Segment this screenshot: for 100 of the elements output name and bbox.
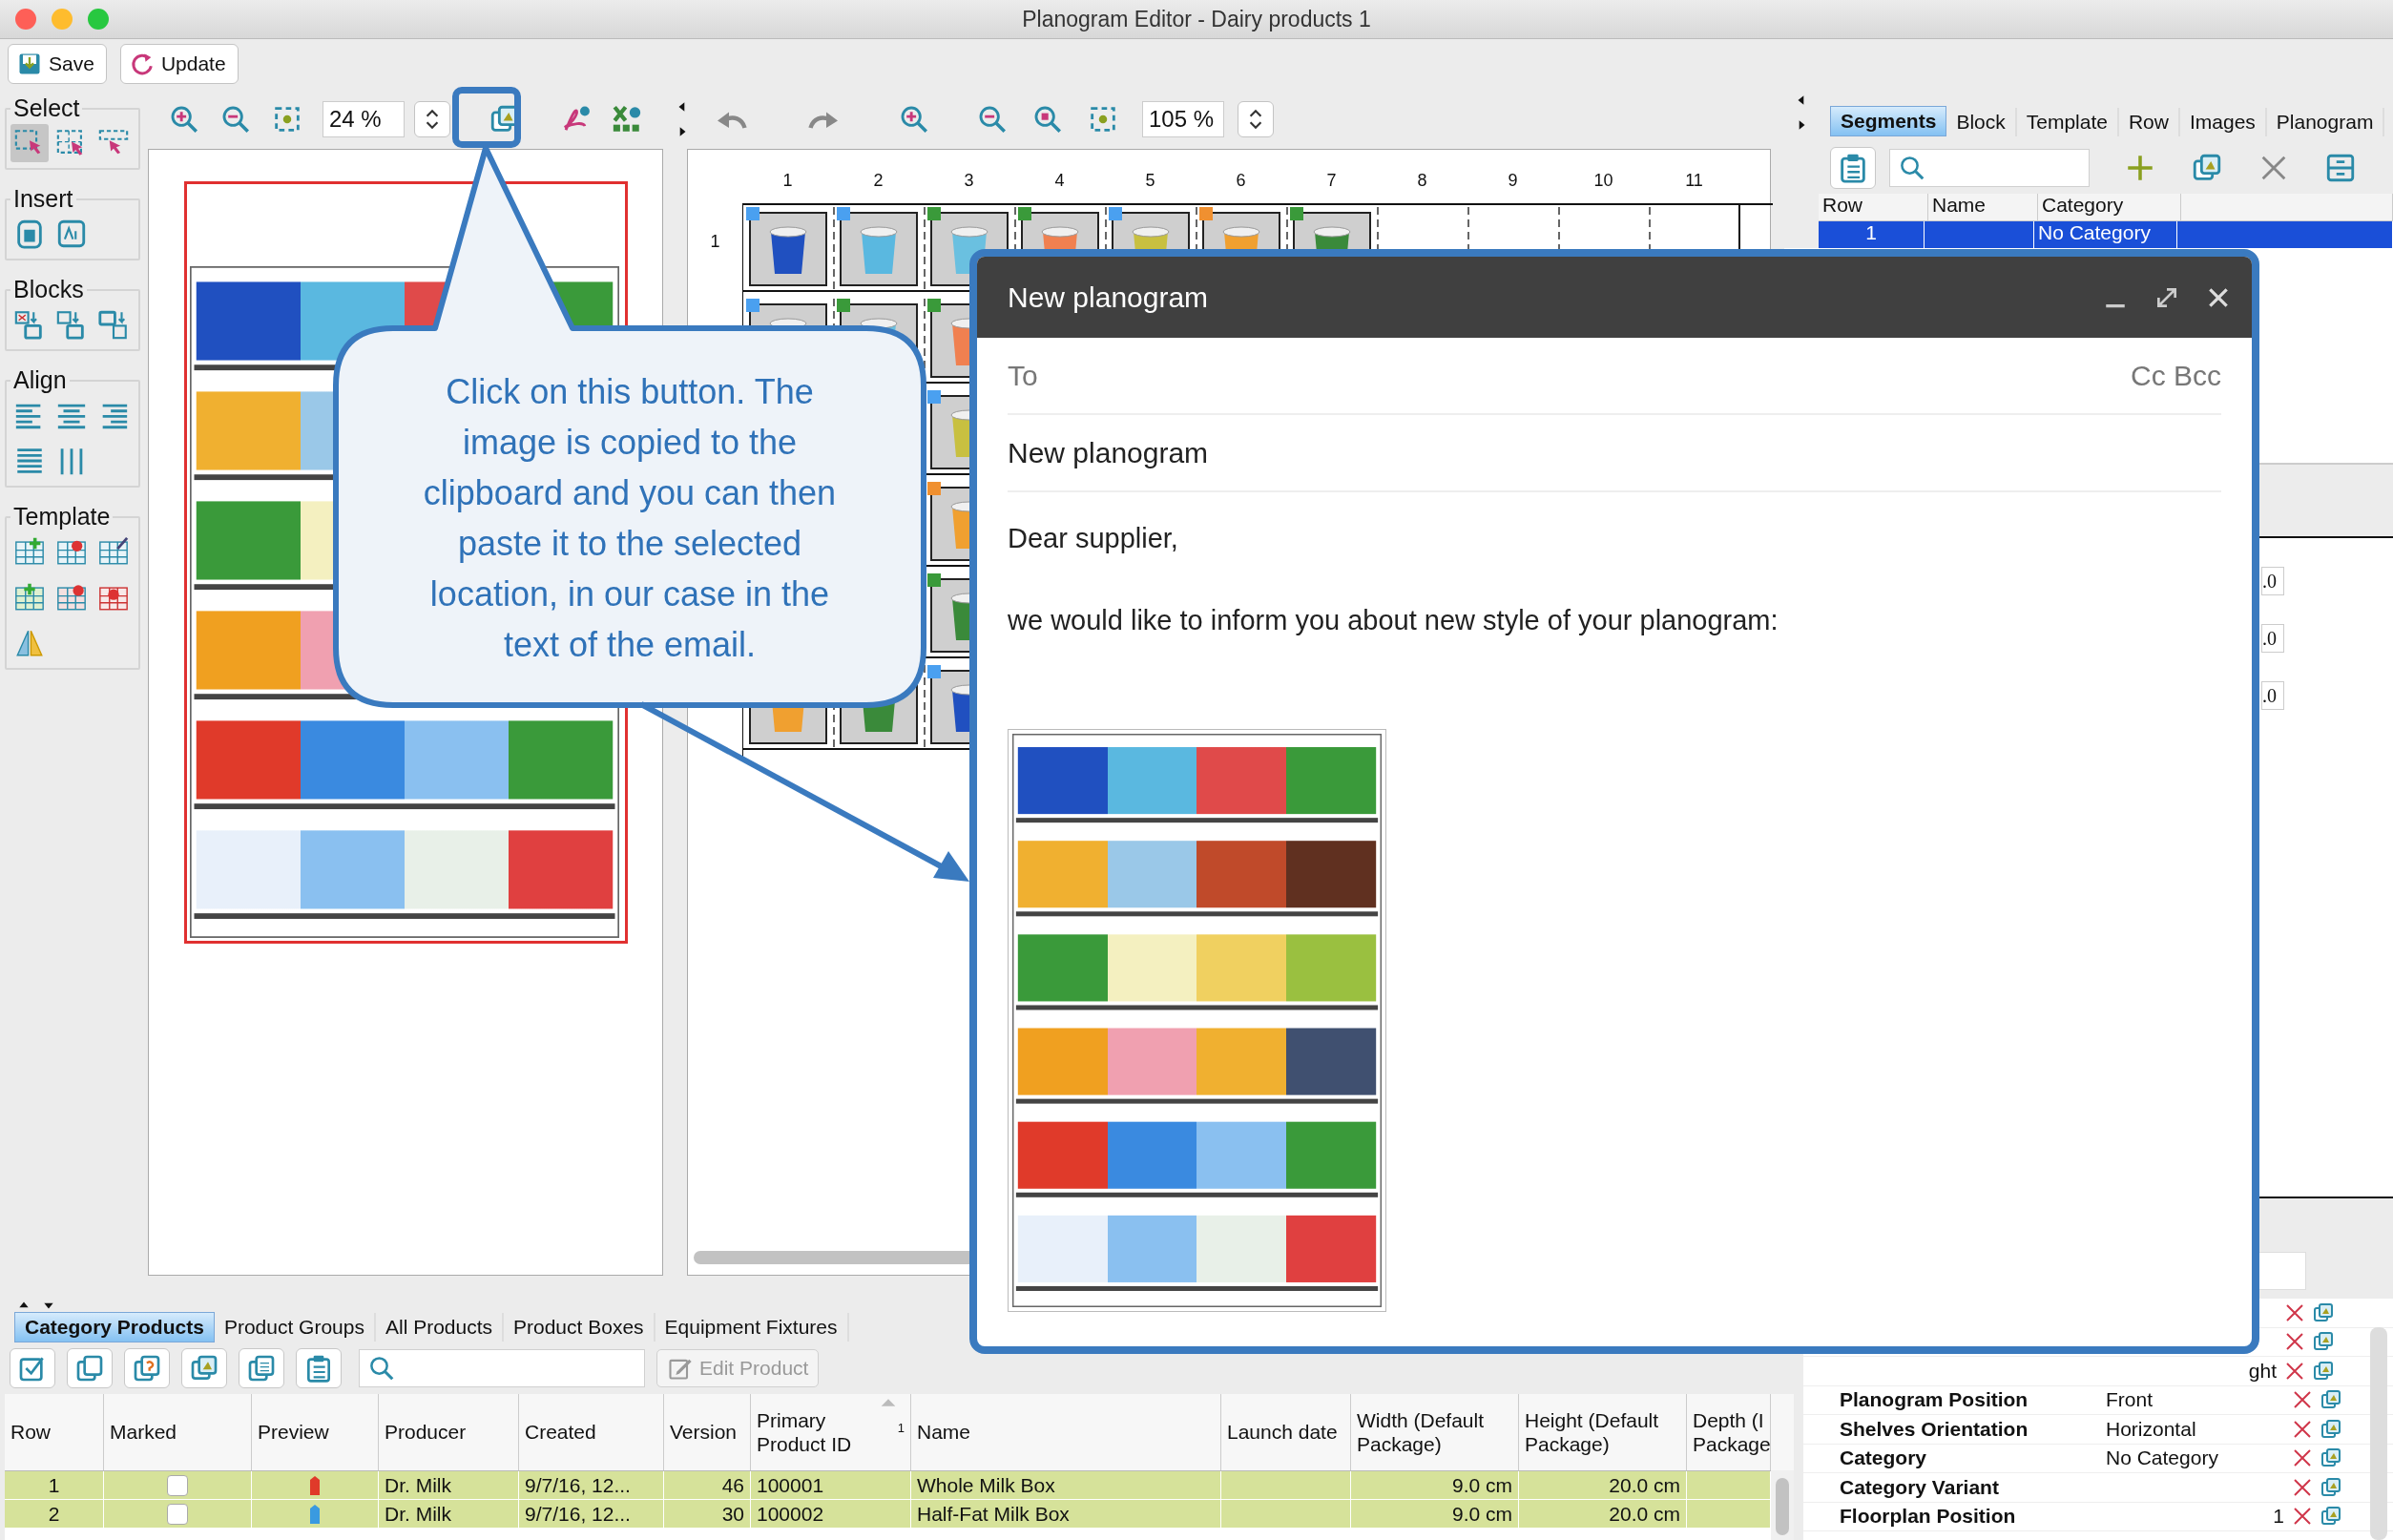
- tool-button[interactable]: [67, 1348, 113, 1388]
- column-header[interactable]: Name: [911, 1394, 1221, 1470]
- rows-icon[interactable]: [2324, 152, 2357, 184]
- number-field[interactable]: .0: [2261, 624, 2284, 653]
- number-field[interactable]: .0: [2261, 567, 2284, 595]
- window-title: Planogram Editor - Dairy products 1: [1021, 6, 1372, 32]
- spinner-button[interactable]: [414, 100, 450, 137]
- zoom-field[interactable]: 105 %: [1142, 100, 1224, 137]
- sort-indicator: 1: [897, 1421, 905, 1436]
- table-cell: 9.0 cm: [1451, 1502, 1512, 1526]
- tab[interactable]: Product Groups: [214, 1313, 376, 1342]
- tab[interactable]: Segments: [1830, 106, 1947, 136]
- copy-icon[interactable]: [2312, 1359, 2335, 1383]
- to-field-label: To: [1008, 359, 1038, 392]
- column-header[interactable]: Depth (I Package: [1687, 1394, 1771, 1470]
- list-button[interactable]: [1830, 147, 1876, 189]
- text-box-icon[interactable]: [55, 218, 88, 250]
- column-header[interactable]: Width (Default Package): [1351, 1394, 1519, 1470]
- checkbox[interactable]: [167, 1474, 188, 1496]
- number-field[interactable]: .0: [2261, 681, 2284, 710]
- table-cell: 20.0 cm: [1609, 1473, 1680, 1497]
- tab[interactable]: Equipment Fixtures: [655, 1313, 849, 1342]
- tool-button[interactable]: [10, 1348, 55, 1388]
- column-header[interactable]: Category: [2038, 194, 2181, 220]
- scrollbar-thumb[interactable]: [2370, 1327, 2387, 1540]
- column-header[interactable]: Row: [1819, 194, 1928, 220]
- column-header[interactable]: Height (Default Package): [1519, 1394, 1687, 1470]
- save-button[interactable]: Save: [8, 44, 107, 84]
- copy-icon[interactable]: [2320, 1417, 2342, 1441]
- column-number: 1: [781, 171, 794, 192]
- tab[interactable]: Planogram: [2266, 108, 2385, 136]
- property-label: Floorplan Position: [1839, 1505, 2017, 1529]
- spinner-button[interactable]: [1238, 100, 1274, 137]
- tab[interactable]: Product Boxes: [504, 1313, 655, 1342]
- tab[interactable]: Block: [1946, 108, 2017, 136]
- tab[interactable]: All Products: [375, 1313, 504, 1342]
- tab[interactable]: Images: [2179, 108, 2267, 136]
- block-icon[interactable]: [97, 308, 130, 341]
- zoom-field[interactable]: 24 %: [323, 100, 405, 137]
- tool-button[interactable]: [181, 1348, 227, 1388]
- tool-button[interactable]: [296, 1348, 342, 1388]
- highlight-ring: [452, 87, 521, 148]
- document-icon: [246, 1353, 277, 1384]
- property-value: 1: [2273, 1505, 2284, 1529]
- table-cell: 9/7/16, 12...: [525, 1502, 631, 1526]
- help-icon: [132, 1353, 162, 1384]
- callout-text: Click on this button. The image is copied to the clipboard and you can then paste it to the selected location, in our case in the text of the email.: [422, 371, 838, 666]
- property-label: Shelves Orientation: [1839, 1417, 2029, 1441]
- search-field[interactable]: [359, 1349, 645, 1387]
- table-cell: 9.0 cm: [1451, 1473, 1512, 1497]
- checkbox[interactable]: [167, 1503, 188, 1525]
- property-value: ght: [2248, 1359, 2277, 1383]
- subject-field[interactable]: New planogram: [1008, 436, 1209, 469]
- column-header[interactable]: Producer: [379, 1394, 519, 1470]
- search-icon: [1898, 154, 1926, 182]
- copy-icon[interactable]: [2312, 1301, 2335, 1324]
- tool-button[interactable]: [124, 1348, 170, 1388]
- copy-icon[interactable]: [2320, 1475, 2342, 1499]
- column-number: 7: [1325, 171, 1338, 192]
- property-value: No Category: [2106, 1446, 2218, 1470]
- column-header[interactable]: Name: [1928, 194, 2038, 220]
- tab[interactable]: Row: [2118, 108, 2180, 136]
- tab[interactable]: Template: [2016, 108, 2119, 136]
- scrollbar-thumb[interactable]: [1776, 1478, 1789, 1535]
- group-title: Select: [12, 94, 81, 122]
- tool-button[interactable]: [10, 124, 49, 162]
- table-row[interactable]: 1 No Category: [1819, 221, 2393, 248]
- close-button[interactable]: [15, 9, 36, 30]
- column-number: 9: [1507, 171, 1519, 192]
- table-cell: Half-Fat Milk Box: [917, 1502, 1070, 1526]
- email-text: Dear supplier,: [1008, 522, 1179, 555]
- table-cell: 46: [721, 1473, 744, 1497]
- property-label: Category: [1839, 1446, 1928, 1470]
- tool-button[interactable]: [239, 1348, 284, 1388]
- cc-bcc-link[interactable]: Cc Bcc: [2131, 359, 2221, 392]
- property-label: Category Variant: [1839, 1475, 2000, 1499]
- search-field[interactable]: [1889, 149, 2090, 187]
- dialog-title: New planogram: [1008, 281, 1210, 314]
- column-header[interactable]: Preview: [252, 1394, 379, 1470]
- table-cell: Whole Milk Box: [917, 1473, 1055, 1497]
- column-header[interactable]: Version: [664, 1394, 751, 1470]
- column-header[interactable]: Row: [5, 1394, 104, 1470]
- column-header[interactable]: Launch date: [1221, 1394, 1351, 1470]
- update-button[interactable]: Update: [119, 44, 239, 84]
- search-icon: [367, 1354, 396, 1383]
- group-title: Insert: [12, 185, 74, 213]
- column-number: 6: [1235, 171, 1247, 192]
- column-number: 2: [872, 171, 884, 192]
- table-cell: 9/7/16, 12...: [525, 1473, 631, 1497]
- copy-icon: [74, 1353, 105, 1384]
- table-cell: 20.0 cm: [1609, 1502, 1680, 1526]
- table-cell: Dr. Milk: [385, 1473, 451, 1497]
- column-header[interactable]: Created: [519, 1394, 664, 1470]
- column-number: 3: [963, 171, 975, 192]
- column-number: 5: [1144, 171, 1156, 192]
- property-label: Planogram Position: [1839, 1388, 2029, 1412]
- column-number: 4: [1053, 171, 1066, 192]
- property-value: Front: [2106, 1388, 2153, 1412]
- tab[interactable]: Category Products: [14, 1312, 215, 1342]
- column-header[interactable]: Marked: [104, 1394, 252, 1470]
